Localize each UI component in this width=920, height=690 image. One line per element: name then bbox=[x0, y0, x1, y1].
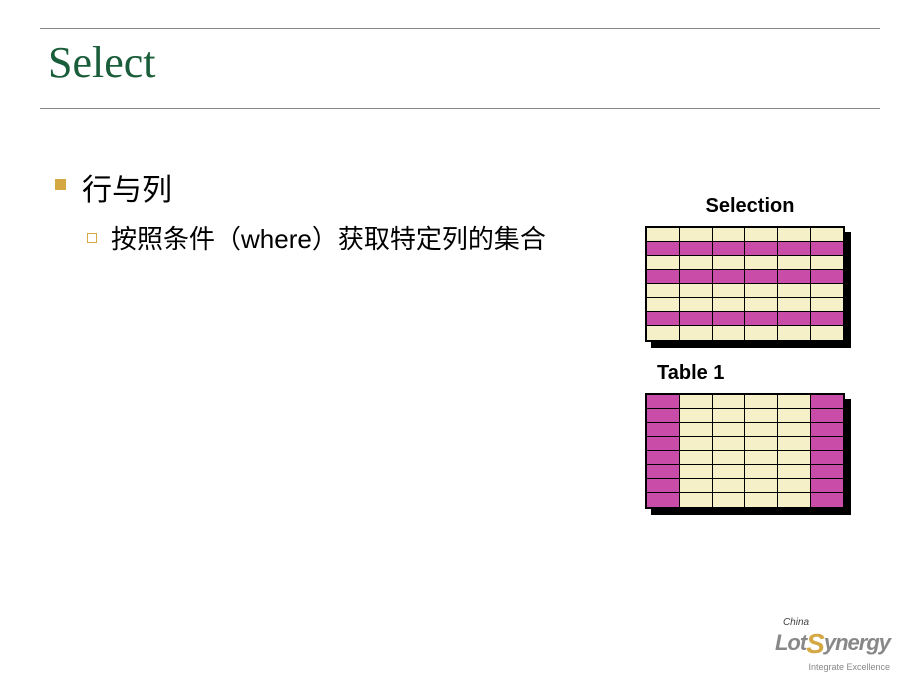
table1-label: Table 1 bbox=[645, 362, 855, 385]
table-grid bbox=[645, 393, 845, 509]
bullet-l1-text: 行与列 bbox=[82, 165, 172, 209]
selected-row bbox=[647, 242, 843, 256]
selection-label: Selection bbox=[645, 195, 855, 218]
selection-table bbox=[645, 226, 855, 342]
diagram-area: Selection Table 1 bbox=[645, 195, 855, 529]
logo-part-ynergy: ynergy bbox=[824, 630, 890, 655]
logo-main: LotSynergy bbox=[775, 628, 890, 660]
bullet-level-1: 行与列 bbox=[55, 165, 555, 209]
bullet-square-icon bbox=[55, 179, 66, 190]
bullet-l2-text: 按照条件（where）获取特定列的集合 bbox=[111, 221, 546, 257]
selected-col bbox=[647, 395, 680, 409]
slide: Select 行与列 按照条件（where）获取特定列的集合 Selection bbox=[0, 0, 920, 690]
title-bottom-line bbox=[40, 108, 880, 109]
bullet-outline-icon bbox=[87, 233, 97, 243]
slide-title: Select bbox=[40, 37, 880, 88]
selected-row bbox=[647, 312, 843, 326]
logo-tagline: Integrate Excellence bbox=[775, 662, 890, 672]
selected-row bbox=[647, 270, 843, 284]
content-area: 行与列 按照条件（where）获取特定列的集合 bbox=[55, 165, 555, 257]
title-top-line bbox=[40, 28, 880, 29]
title-area: Select bbox=[40, 28, 880, 88]
logo-part-lot: Lot bbox=[775, 630, 806, 655]
logo-top-text: China bbox=[775, 617, 890, 628]
logo: China LotSynergy Integrate Excellence bbox=[775, 617, 890, 672]
bullet-level-2: 按照条件（where）获取特定列的集合 bbox=[87, 221, 555, 257]
projection-table bbox=[645, 393, 855, 509]
table-grid bbox=[645, 226, 845, 342]
selected-col bbox=[811, 395, 843, 409]
logo-part-s: S bbox=[806, 628, 824, 660]
